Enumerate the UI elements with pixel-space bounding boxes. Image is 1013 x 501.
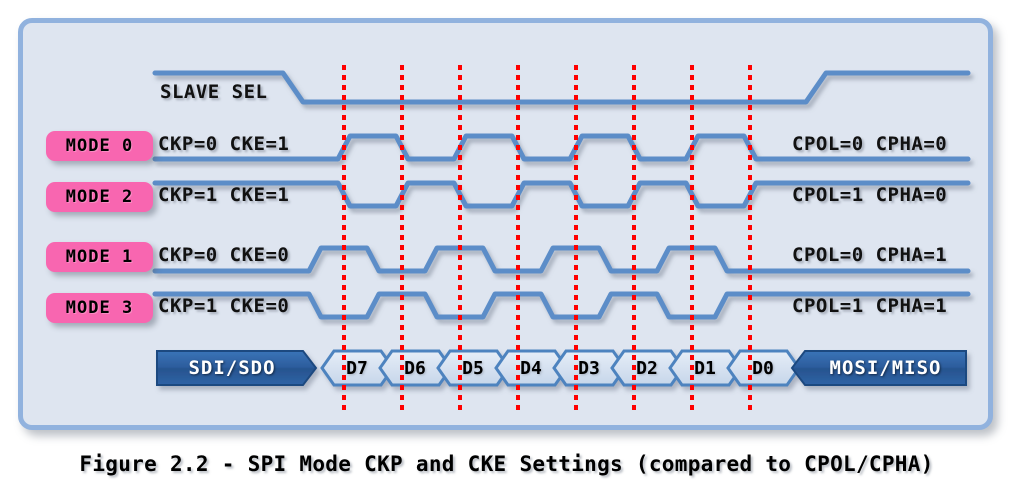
cpol-cpha-label-mode-2: CPOL=1 CPHA=0: [792, 184, 948, 206]
mode-badge-1[interactable]: MODE 1: [46, 242, 153, 272]
ckp-cke-label-mode-1: CKP=0 CKE=0: [158, 244, 290, 266]
slave-select-label: SLAVE SEL: [160, 81, 268, 103]
bus-label-sdi-sdo: SDI/SDO: [188, 357, 276, 379]
data-cell-d4[interactable]: D4: [505, 351, 557, 385]
data-cell-d1[interactable]: D1: [679, 351, 731, 385]
data-cell-d7[interactable]: D7: [331, 351, 383, 385]
cpol-cpha-label-mode-3: CPOL=1 CPHA=1: [792, 295, 948, 317]
mode-badge-2[interactable]: MODE 2: [46, 182, 153, 212]
figure-root: SLAVE SEL MODE 0 MODE 2 MODE 1 MODE 3 CK…: [0, 0, 1013, 501]
ckp-cke-label-mode-3: CKP=1 CKE=0: [158, 295, 290, 317]
data-cell-d0[interactable]: D0: [737, 351, 789, 385]
cpol-cpha-label-mode-1: CPOL=0 CPHA=1: [792, 244, 948, 266]
data-cell-d6[interactable]: D6: [389, 351, 441, 385]
bus-label-mosi-miso: MOSI/MISO: [829, 357, 942, 379]
figure-caption: Figure 2.2 - SPI Mode CKP and CKE Settin…: [79, 452, 934, 476]
mode-badge-0[interactable]: MODE 0: [46, 131, 153, 161]
data-cell-d3[interactable]: D3: [563, 351, 615, 385]
data-cell-d5[interactable]: D5: [447, 351, 499, 385]
cpol-cpha-label-mode-0: CPOL=0 CPHA=0: [792, 133, 948, 155]
mode-badge-3[interactable]: MODE 3: [46, 293, 153, 323]
ckp-cke-label-mode-2: CKP=1 CKE=1: [158, 184, 290, 206]
ckp-cke-label-mode-0: CKP=0 CKE=1: [158, 133, 290, 155]
data-cell-d2[interactable]: D2: [621, 351, 673, 385]
